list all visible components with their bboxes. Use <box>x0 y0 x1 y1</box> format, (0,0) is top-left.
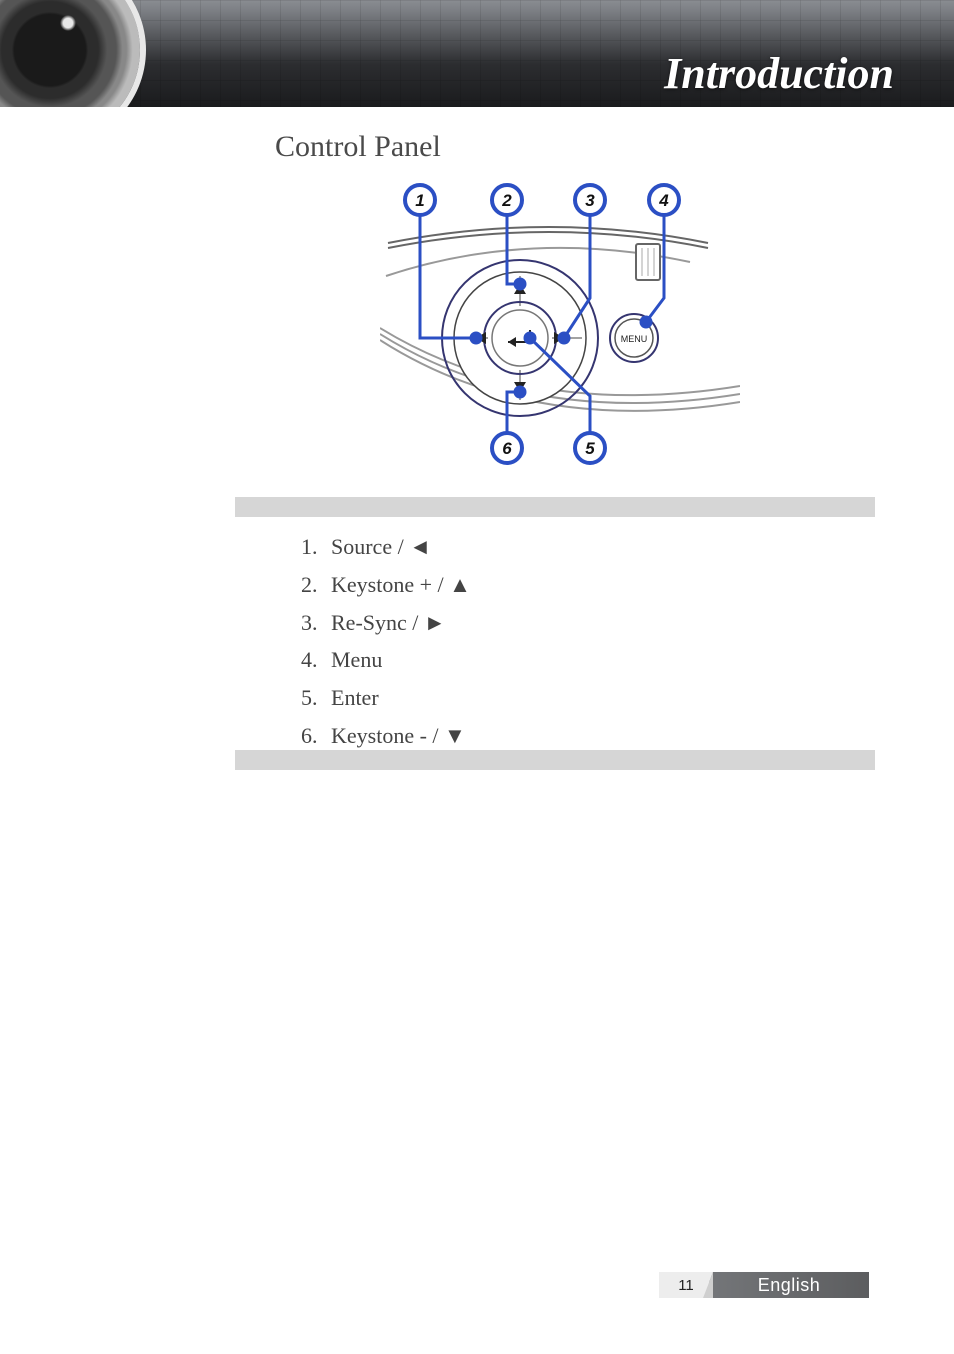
section-heading: Control Panel <box>275 130 441 164</box>
callout-1: 1 <box>405 185 435 215</box>
page-number-badge: 11 <box>659 1272 713 1298</box>
legend-item: Keystone + / ▲ <box>323 566 471 604</box>
chapter-title: Introduction <box>664 48 894 99</box>
legend-item: Re-Sync / ► <box>323 604 471 642</box>
callout-5: 5 <box>575 433 605 463</box>
svg-text:6: 6 <box>502 439 512 458</box>
language-badge: English <box>709 1272 869 1298</box>
legend-item: Source / ◄ <box>323 528 471 566</box>
focus-slider-icon <box>636 244 660 280</box>
control-panel-diagram: MENU 1 2 3 4 <box>380 178 740 478</box>
lens-graphic-icon <box>0 0 140 107</box>
legend-list: Source / ◄ Keystone + / ▲ Re-Sync / ► Me… <box>295 528 471 755</box>
menu-button-label: MENU <box>621 334 648 344</box>
svg-text:5: 5 <box>585 439 595 458</box>
svg-text:3: 3 <box>585 191 595 210</box>
divider-bar-bottom <box>235 750 875 770</box>
page-number: 11 <box>659 1272 713 1298</box>
svg-text:2: 2 <box>501 191 512 210</box>
callout-3: 3 <box>575 185 605 215</box>
page-header: Introduction <box>0 0 954 107</box>
svg-text:4: 4 <box>658 191 669 210</box>
page-footer: 11 English <box>659 1271 869 1299</box>
callout-2: 2 <box>492 185 522 215</box>
divider-bar-top <box>235 497 875 517</box>
legend-item: Enter <box>323 679 471 717</box>
svg-text:1: 1 <box>415 191 424 210</box>
callout-4: 4 <box>649 185 679 215</box>
callout-6: 6 <box>492 433 522 463</box>
legend-item: Menu <box>323 641 471 679</box>
